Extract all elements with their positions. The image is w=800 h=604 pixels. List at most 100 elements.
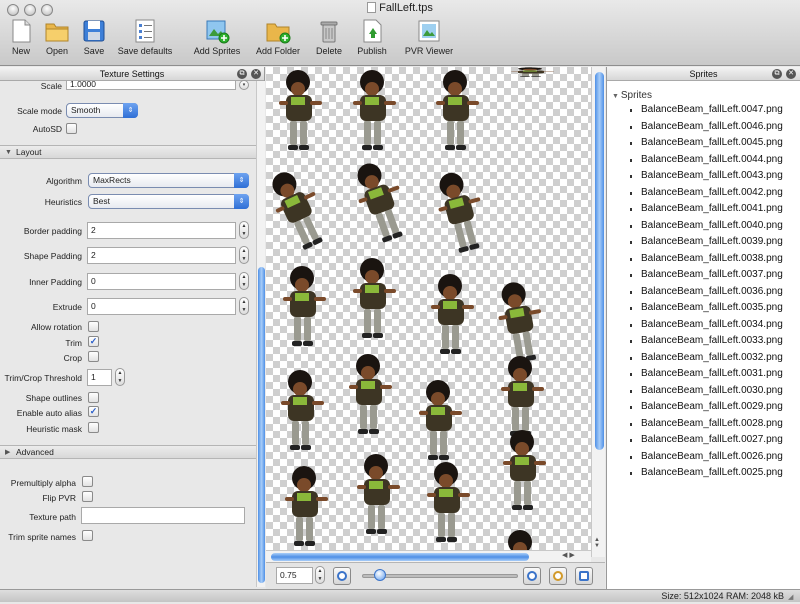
zoom-fit-button[interactable] <box>575 567 593 585</box>
sprite-list-item[interactable]: BalanceBeam_fallLeft.0031.png <box>641 367 783 381</box>
sprite-list-item[interactable]: BalanceBeam_fallLeft.0026.png <box>641 450 783 464</box>
sprite-list-item[interactable]: BalanceBeam_fallLeft.0029.png <box>641 400 783 414</box>
border-padding-stepper[interactable]: ▲ ▼ <box>239 221 249 239</box>
sprite-thumbnail-icon <box>630 422 632 426</box>
shape-padding-field[interactable]: 2 <box>87 247 236 264</box>
scroll-arrows-icon[interactable]: ◀ ▶ <box>562 551 575 559</box>
preview-vertical-scrollbar[interactable]: ▲ ▼ <box>591 67 605 557</box>
threshold-field[interactable]: 1 <box>87 369 112 386</box>
texture-preview-canvas[interactable] <box>266 67 591 550</box>
sprites-group[interactable]: ▼ Sprites <box>612 90 652 101</box>
sprite-list-item[interactable]: BalanceBeam_fallLeft.0038.png <box>641 252 783 266</box>
floppy-icon <box>81 18 107 44</box>
disclosure-triangle-icon: ▶ <box>5 449 11 456</box>
sprite-list-item[interactable]: BalanceBeam_fallLeft.0037.png <box>641 268 783 282</box>
preview-vertical-thumb[interactable] <box>595 72 604 450</box>
sprite-list-item[interactable]: BalanceBeam_fallLeft.0042.png <box>641 186 783 200</box>
zoom-actual-button[interactable] <box>549 567 567 585</box>
save-defaults-button[interactable]: Save defaults <box>116 18 174 62</box>
sprite-list-item[interactable]: BalanceBeam_fallLeft.0030.png <box>641 384 783 398</box>
sprite-thumbnail-icon <box>630 389 632 393</box>
zoom-stepper[interactable]: ▲ ▼ <box>315 566 325 584</box>
allow-rotation-checkbox[interactable] <box>88 321 99 332</box>
scale-field[interactable]: 1.0000 <box>66 81 236 90</box>
preview-horizontal-thumb[interactable] <box>271 553 529 561</box>
sprite-thumbnail-icon <box>630 142 632 145</box>
delete-button[interactable]: Delete <box>314 18 344 62</box>
extrude-field[interactable]: 0 <box>87 298 236 315</box>
sprite-list-item[interactable]: BalanceBeam_fallLeft.0028.png <box>641 417 783 431</box>
sprite-thumbnail-icon <box>630 323 632 327</box>
sprite-list-item[interactable]: BalanceBeam_fallLeft.0043.png <box>641 169 783 183</box>
add-folder-button[interactable]: Add Folder <box>254 18 302 62</box>
scale-mode-select[interactable]: Smooth ⇕ <box>66 103 138 118</box>
sprite-list-item[interactable]: BalanceBeam_fallLeft.0027.png <box>641 433 783 447</box>
scale-stepper[interactable]: ▾ <box>239 80 249 90</box>
advanced-section-header[interactable]: ▶ Advanced <box>0 445 256 459</box>
flip-pvr-label: Flip PVR <box>42 493 76 503</box>
layout-section-header[interactable]: ▼ Layout <box>0 145 256 159</box>
preview-horizontal-scrollbar[interactable]: ◀ ▶ <box>266 550 591 562</box>
zoom-out-button[interactable] <box>333 567 351 585</box>
zoom-value-field[interactable]: 0.75 <box>276 567 313 584</box>
close-icon[interactable]: ✕ <box>786 69 796 79</box>
sprite-list-item[interactable]: BalanceBeam_fallLeft.0025.png <box>641 466 783 480</box>
algorithm-label: Algorithm <box>46 176 82 186</box>
new-button[interactable]: New <box>6 18 36 62</box>
extrude-stepper[interactable]: ▲ ▼ <box>239 297 249 315</box>
border-padding-field[interactable]: 2 <box>87 222 236 239</box>
sprite-list-item[interactable]: BalanceBeam_fallLeft.0044.png <box>641 153 783 167</box>
shape-outlines-checkbox[interactable] <box>88 392 99 403</box>
publish-button[interactable]: Publish <box>354 18 390 62</box>
sprite-thumbnail-icon <box>630 241 632 244</box>
autosd-checkbox[interactable] <box>66 123 77 134</box>
sprite-list-item[interactable]: BalanceBeam_fallLeft.0035.png <box>641 301 783 315</box>
threshold-stepper[interactable]: ▲ ▼ <box>115 368 125 386</box>
add-sprites-button[interactable]: Add Sprites <box>191 18 243 62</box>
inner-padding-field[interactable]: 0 <box>87 273 236 290</box>
close-icon[interactable]: ✕ <box>251 69 261 79</box>
zoom-in-button[interactable] <box>523 567 541 585</box>
zoom-slider-knob[interactable] <box>374 569 386 581</box>
sprite-frame <box>349 354 392 434</box>
resize-grip-icon[interactable]: ◢ <box>788 592 798 602</box>
sprite-thumbnail-icon <box>630 290 632 294</box>
sprite-list-item[interactable]: BalanceBeam_fallLeft.0032.png <box>641 351 783 365</box>
sprite-list-item[interactable]: BalanceBeam_fallLeft.0047.png <box>641 103 783 117</box>
inner-padding-stepper[interactable]: ▲ ▼ <box>239 272 249 290</box>
sprite-list-item[interactable]: BalanceBeam_fallLeft.0045.png <box>641 136 783 150</box>
zoom-in-icon <box>527 571 537 581</box>
settings-scrollbar[interactable] <box>256 81 265 587</box>
shape-padding-stepper[interactable]: ▲ ▼ <box>239 246 249 264</box>
sprite-list-item[interactable]: BalanceBeam_fallLeft.0039.png <box>641 235 783 249</box>
sprite-frame <box>511 67 554 77</box>
texture-path-field[interactable] <box>81 507 245 524</box>
sprite-list-item[interactable]: BalanceBeam_fallLeft.0041.png <box>641 202 783 216</box>
trim-checkbox[interactable]: ✓ <box>88 336 99 347</box>
sprite-frame <box>431 274 474 354</box>
open-button[interactable]: Open <box>40 18 74 62</box>
sprite-list-item[interactable]: BalanceBeam_fallLeft.0033.png <box>641 334 783 348</box>
sprite-list-item[interactable]: BalanceBeam_fallLeft.0046.png <box>641 120 783 134</box>
heuristic-mask-checkbox[interactable] <box>88 422 99 433</box>
pvr-viewer-button[interactable]: PVR Viewer <box>404 18 454 62</box>
algorithm-select[interactable]: MaxRects ⇕ <box>88 173 249 188</box>
sprite-list-item[interactable]: BalanceBeam_fallLeft.0036.png <box>641 285 783 299</box>
sprite-thumbnail-icon <box>630 208 632 211</box>
crop-checkbox[interactable] <box>88 351 99 362</box>
detach-icon[interactable]: ⧉ <box>237 69 247 79</box>
trim-sprite-names-checkbox[interactable] <box>82 530 93 541</box>
sprite-list-item[interactable]: BalanceBeam_fallLeft.0040.png <box>641 219 783 233</box>
sprite-list-item[interactable]: BalanceBeam_fallLeft.0034.png <box>641 318 783 332</box>
flip-pvr-checkbox[interactable] <box>82 491 93 502</box>
sprite-thumbnail-icon <box>630 406 632 409</box>
sprite-frame <box>266 163 335 255</box>
settings-scrollbar-thumb[interactable] <box>258 267 265 583</box>
detach-icon[interactable]: ⧉ <box>772 69 782 79</box>
premultiply-alpha-checkbox[interactable] <box>82 476 93 487</box>
save-button[interactable]: Save <box>80 18 108 62</box>
scroll-arrows-icon[interactable]: ▲ ▼ <box>594 537 600 549</box>
heuristics-select[interactable]: Best ⇕ <box>88 194 249 209</box>
chevron-updown-icon: ⇕ <box>123 103 138 118</box>
auto-alias-checkbox[interactable]: ✓ <box>88 406 99 417</box>
